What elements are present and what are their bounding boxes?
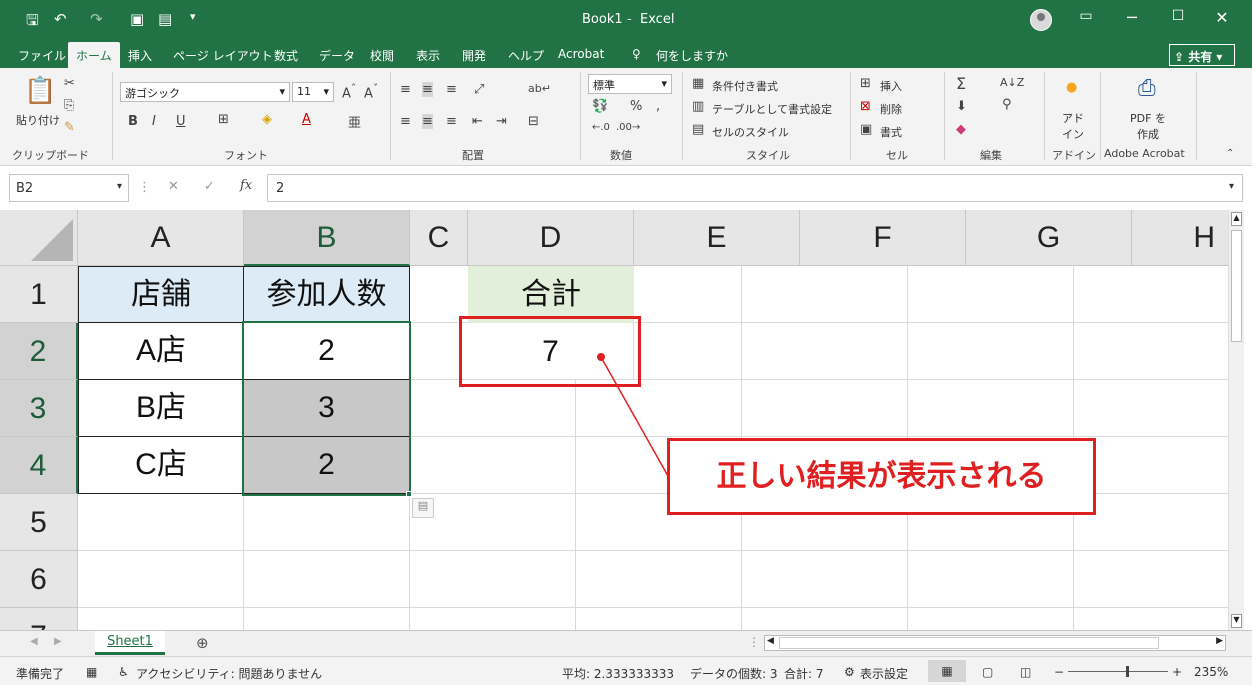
status-count[interactable]: データの個数: 3 [690,665,778,682]
result-callout: 正しい結果が表示される [667,438,1096,515]
accessibility-status[interactable]: アクセシビリティ: 問題ありません [136,665,322,682]
scroll-right-icon[interactable]: ▶ [1216,636,1223,646]
tab-split-handle[interactable]: ⋮ [748,635,760,649]
page-break-view-icon[interactable]: ◫ [1020,665,1031,679]
horizontal-scrollbar[interactable]: ◀ ▶ [764,635,1226,651]
next-sheet-icon[interactable]: ▶ [54,636,62,647]
prev-sheet-icon[interactable]: ◀ [30,636,38,647]
macro-record-icon[interactable]: ▦ [86,665,97,679]
status-sum[interactable]: 合計: 7 [784,665,824,682]
display-settings-button[interactable]: 表示設定 [860,665,908,682]
new-sheet-icon[interactable]: ⊕ [196,634,209,652]
accessibility-icon: ♿ [118,665,129,679]
page-layout-view-icon[interactable]: ▢ [982,665,993,679]
zoom-level[interactable]: 235% [1194,665,1228,679]
status-average[interactable]: 平均: 2.333333333 [562,665,674,682]
zoom-out-icon[interactable]: − [1054,665,1064,679]
sheet-tab-sheet1[interactable]: Sheet1 [95,631,165,655]
zoom-slider[interactable] [1068,671,1168,672]
sheet-tab-bar: ◀ ▶ Sheet1 ⊕ ⋮ ◀ ▶ [0,630,1252,656]
scroll-left-icon[interactable]: ◀ [767,636,774,646]
scroll-up-icon[interactable]: ▲ [1231,212,1242,226]
status-bar: 準備完了 ▦ ♿ アクセシビリティ: 問題ありません 平均: 2.3333333… [0,656,1252,685]
scroll-down-icon[interactable]: ▼ [1231,614,1242,628]
vertical-scrollbar[interactable]: ▲ ▼ [1228,210,1244,630]
display-settings-icon: ⚙ [844,665,855,679]
callout-arrow [597,353,669,477]
vertical-scroll-thumb[interactable] [1231,230,1242,342]
horizontal-scroll-thumb[interactable] [779,637,1159,649]
status-ready: 準備完了 [16,667,65,681]
normal-view-icon[interactable]: ▦ [928,660,966,682]
zoom-in-icon[interactable]: + [1172,665,1182,679]
zoom-slider-thumb[interactable] [1126,666,1129,677]
